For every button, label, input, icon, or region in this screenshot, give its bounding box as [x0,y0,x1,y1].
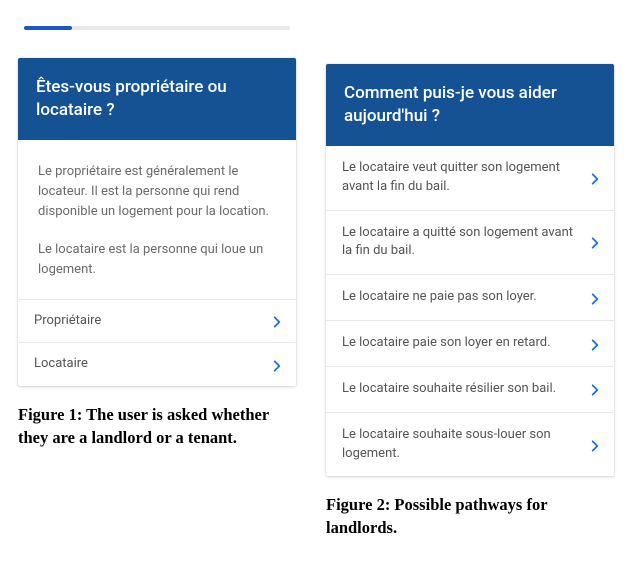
list-item-label: Le locataire paie son loyer en retard. [342,334,578,353]
list-item[interactable]: Le locataire a quitté son logement avant… [326,211,614,276]
figure1-caption: Figure 1: The user is asked whether they… [18,404,296,449]
chevron-right-icon [588,236,600,248]
figure1-body-p2: Le locataire est la personne qui loue un… [38,240,276,280]
figure1-body: Le propriétaire est généralement le loca… [18,140,296,299]
chevron-right-icon [588,292,600,304]
list-item-label: Le locataire ne paie pas son loyer. [342,288,578,307]
list-item[interactable]: Le locataire ne paie pas son loyer. [326,275,614,321]
figure1-options: Propriétaire Locataire [18,299,296,387]
list-item[interactable]: Le locataire paie son loyer en retard. [326,321,614,367]
list-item-label: Le locataire a quitté son logement avant… [342,224,578,262]
chevron-right-icon [270,315,282,327]
figure2-header: Comment puis-je vous aider aujourd'hui ? [326,64,614,146]
list-item[interactable]: Le locataire souhaite résilier son bail. [326,367,614,413]
option-locataire[interactable]: Locataire [18,343,296,386]
list-item[interactable]: Le locataire souhaite sous-louer son log… [326,413,614,477]
figure2-column: Comment puis-je vous aider aujourd'hui ?… [326,12,614,539]
option-label: Propriétaire [34,312,260,331]
list-item-label: Le locataire souhaite résilier son bail. [342,380,578,399]
chevron-right-icon [588,383,600,395]
figure1-column: Êtes-vous propriétaire ou locataire ? Le… [18,12,296,539]
option-proprietaire[interactable]: Propriétaire [18,300,296,344]
list-item-label: Le locataire souhaite sous-louer son log… [342,426,578,464]
figure2-caption: Figure 2: Possible pathways for landlord… [326,494,614,539]
chevron-right-icon [588,439,600,451]
chevron-right-icon [270,359,282,371]
progress-fill [24,26,72,30]
list-item-label: Le locataire veut quitter son logement a… [342,159,578,197]
figure2-list: Le locataire veut quitter son logement a… [326,146,614,477]
chevron-right-icon [588,338,600,350]
figure1-body-p1: Le propriétaire est généralement le loca… [38,162,276,222]
progress-bar [24,26,290,30]
list-item[interactable]: Le locataire veut quitter son logement a… [326,146,614,211]
figure1-card: Êtes-vous propriétaire ou locataire ? Le… [18,58,296,386]
chevron-right-icon [588,172,600,184]
figure2-card: Comment puis-je vous aider aujourd'hui ?… [326,64,614,476]
option-label: Locataire [34,355,260,374]
two-column-layout: Êtes-vous propriétaire ou locataire ? Le… [0,0,634,539]
figure1-header: Êtes-vous propriétaire ou locataire ? [18,58,296,140]
